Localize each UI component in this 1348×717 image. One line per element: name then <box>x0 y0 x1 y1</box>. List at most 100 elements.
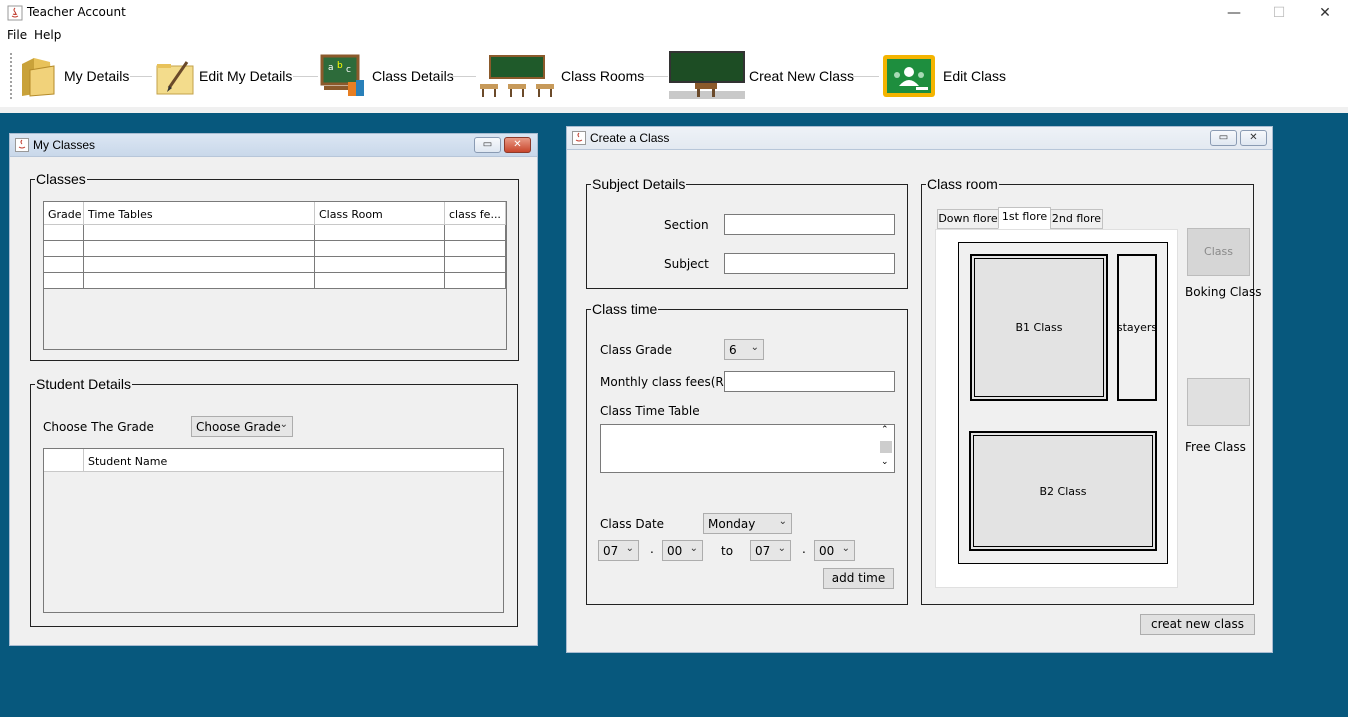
scroll-up-icon[interactable]: ⌃ <box>881 425 889 435</box>
chevron-down-icon: ⌄ <box>777 543 786 554</box>
svg-text:a: a <box>328 63 334 73</box>
to-minute-select[interactable]: 00 ⌄ <box>814 540 855 561</box>
section-label: Section <box>664 218 709 232</box>
maximize-button[interactable]: ☐ <box>1256 0 1302 27</box>
monthly-fees-input[interactable] <box>724 371 895 392</box>
my-details-button[interactable]: My Details <box>20 46 132 107</box>
create-class-title-bar[interactable]: Create a Class ▭ ✕ <box>567 127 1272 150</box>
table-cell[interactable] <box>44 257 84 273</box>
subject-input[interactable] <box>724 253 895 274</box>
svg-text:b: b <box>337 61 343 71</box>
table-cell[interactable] <box>84 225 315 241</box>
scrollbar[interactable]: ⌃ ⌄ <box>878 425 894 472</box>
scroll-thumb[interactable] <box>880 441 892 453</box>
creat-new-class-submit-button[interactable]: creat new class <box>1140 614 1255 635</box>
classes-table[interactable]: Grade Time Tables Class Room class fe... <box>43 201 507 350</box>
minimize-button[interactable]: — <box>1211 0 1257 27</box>
table-cell[interactable] <box>84 273 315 289</box>
new-class-blackboard-icon <box>669 51 745 99</box>
column-header-class-fees[interactable]: class fe... <box>445 202 506 225</box>
table-cell[interactable] <box>315 273 445 289</box>
edit-class-label: Edit Class <box>943 68 1007 84</box>
class-grade-value: 6 <box>729 343 737 357</box>
students-table[interactable]: Student Name <box>43 448 504 613</box>
scroll-down-icon[interactable]: ⌄ <box>881 457 889 467</box>
google-classroom-icon <box>883 55 935 97</box>
menu-file[interactable]: File <box>7 28 27 42</box>
create-class-title: Create a Class <box>590 131 670 145</box>
close-button[interactable]: ✕ <box>1302 0 1348 27</box>
table-cell[interactable] <box>445 225 506 241</box>
column-header-time-tables[interactable]: Time Tables <box>84 202 315 225</box>
minimize-icon[interactable]: ▭ <box>1210 130 1237 146</box>
chevron-down-icon: ⌄ <box>750 342 759 353</box>
table-cell[interactable] <box>44 241 84 257</box>
toolbar: My Details Edit My Details a b c Class D… <box>0 46 1348 107</box>
room-b2[interactable]: B2 Class <box>969 431 1157 551</box>
my-classes-title: My Classes <box>33 138 96 152</box>
edit-class-button[interactable]: Edit Class <box>882 46 1012 107</box>
column-header-index[interactable] <box>44 449 84 472</box>
table-cell[interactable] <box>84 257 315 273</box>
tab-2nd-flore[interactable]: 2nd flore <box>1050 209 1103 229</box>
column-header-student-name[interactable]: Student Name <box>84 449 503 472</box>
choose-grade-select[interactable]: Choose Grade ⌄ <box>191 416 293 437</box>
booking-class-swatch: Class <box>1187 228 1250 276</box>
creat-new-class-button[interactable]: Creat New Class <box>669 46 854 107</box>
class-details-label: Class Details <box>372 68 454 84</box>
my-classes-content: Classes Grade Time Tables Class Room cla… <box>14 157 533 641</box>
class-rooms-button[interactable]: Class Rooms <box>478 46 644 107</box>
section-input[interactable] <box>724 214 895 235</box>
class-date-select[interactable]: Monday ⌄ <box>703 513 792 534</box>
from-minute-select[interactable]: 00 ⌄ <box>662 540 703 561</box>
java-icon <box>7 5 23 21</box>
class-room-group: Class room Down flore 1st flore 2nd flor… <box>921 176 1261 605</box>
class-time-title: Class time <box>591 301 659 317</box>
my-classes-window: My Classes ▭ ✕ Classes Grade Time Tables… <box>9 133 538 646</box>
minimize-icon[interactable]: ▭ <box>474 137 501 153</box>
from-minute-value: 00 <box>667 544 683 558</box>
class-time-table-textarea[interactable]: ⌃ ⌄ <box>600 424 895 473</box>
time-separator: . <box>802 542 806 556</box>
close-icon[interactable]: ✕ <box>1240 130 1267 146</box>
column-header-class-room[interactable]: Class Room <box>315 202 445 225</box>
class-details-button[interactable]: a b c Class Details <box>320 46 454 107</box>
tab-down-flore[interactable]: Down flore <box>937 209 999 229</box>
class-grade-select[interactable]: 6 ⌄ <box>724 339 764 360</box>
from-hour-select[interactable]: 07 ⌄ <box>598 540 639 561</box>
table-cell[interactable] <box>315 257 445 273</box>
classes-group-title: Classes <box>35 171 87 187</box>
add-time-button[interactable]: add time <box>823 568 894 589</box>
svg-text:c: c <box>346 65 351 75</box>
toolbar-grip[interactable] <box>9 52 13 100</box>
blackboard-abc-icon: a b c <box>320 54 364 96</box>
table-cell[interactable] <box>44 273 84 289</box>
column-header-grade[interactable]: Grade <box>44 202 84 225</box>
stairs-label: stayers <box>1116 321 1158 334</box>
room-b1[interactable]: B1 Class <box>970 254 1108 401</box>
table-cell[interactable] <box>44 225 84 241</box>
floor-plan: B1 Class stayers B2 Class <box>958 242 1168 564</box>
chevron-down-icon: ⌄ <box>841 543 850 554</box>
chevron-down-icon: ⌄ <box>689 543 698 554</box>
table-cell[interactable] <box>445 273 506 289</box>
title-bar: Teacher Account — ☐ ✕ <box>0 0 1348 27</box>
my-details-label: My Details <box>64 68 130 84</box>
edit-my-details-button[interactable]: Edit My Details <box>155 46 295 107</box>
to-hour-select[interactable]: 07 ⌄ <box>750 540 791 561</box>
table-cell[interactable] <box>315 241 445 257</box>
table-cell[interactable] <box>445 257 506 273</box>
room-b1-label: B1 Class <box>974 258 1104 397</box>
close-icon[interactable]: ✕ <box>504 137 531 153</box>
floor-tabs: Down flore 1st flore 2nd flore B1 Class … <box>935 207 1178 588</box>
java-icon <box>572 131 586 145</box>
table-cell[interactable] <box>315 225 445 241</box>
menu-help[interactable]: Help <box>34 28 61 42</box>
my-classes-title-bar[interactable]: My Classes ▭ ✕ <box>10 134 537 157</box>
tab-1st-flore[interactable]: 1st flore <box>998 207 1051 229</box>
table-cell[interactable] <box>84 241 315 257</box>
table-cell[interactable] <box>445 241 506 257</box>
stairs: stayers <box>1117 254 1157 401</box>
creat-new-class-label: Creat New Class <box>749 68 855 84</box>
menu-bar: File Help <box>0 27 1348 46</box>
